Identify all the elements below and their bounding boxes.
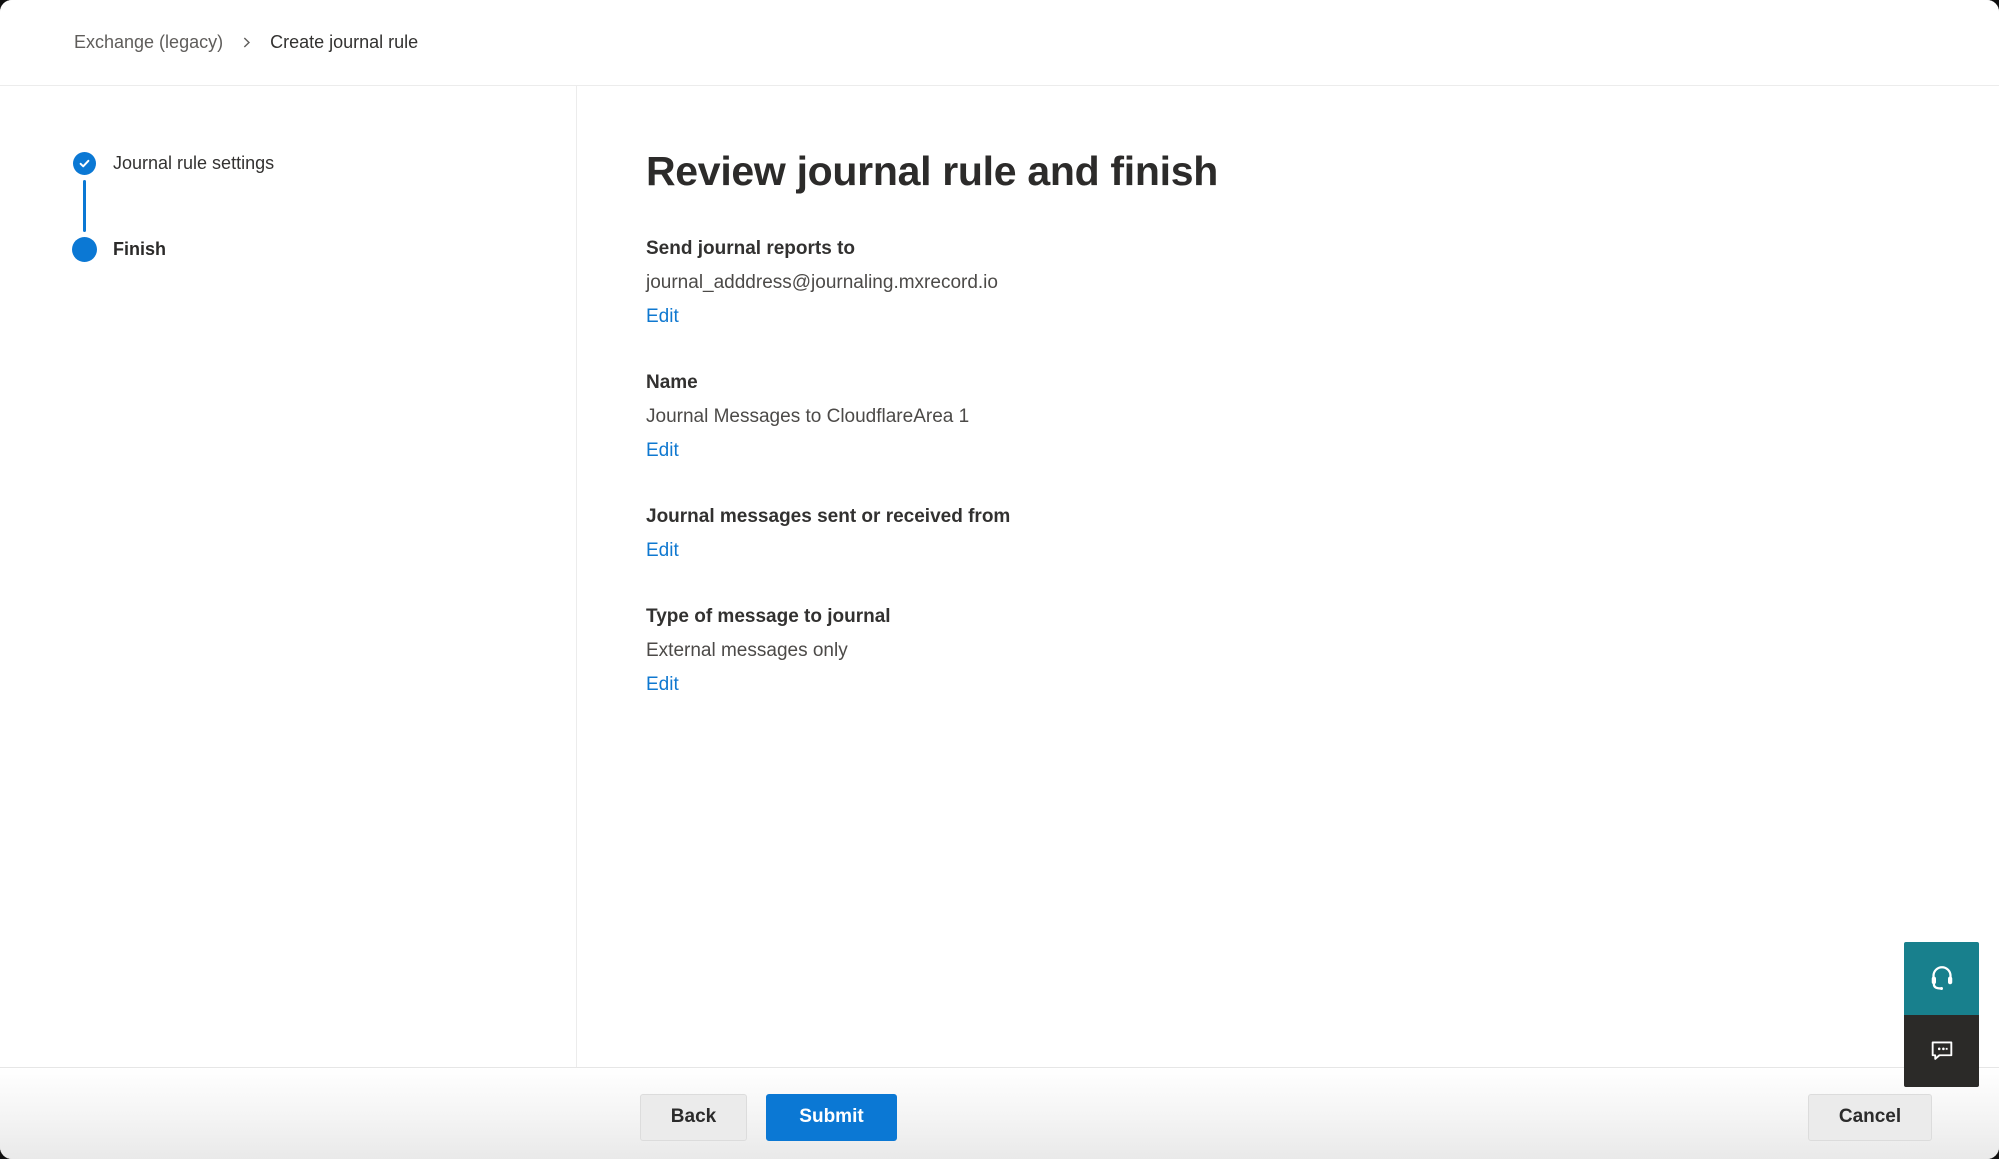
section-name: Name Journal Messages to CloudflareArea … — [646, 366, 1959, 468]
section-journal-messages-sent-or-received: Journal messages sent or received from E… — [646, 500, 1959, 568]
breadcrumb: Exchange (legacy) Create journal rule — [74, 32, 418, 53]
checkmark-icon — [73, 152, 96, 175]
edit-message-type-link[interactable]: Edit — [646, 668, 679, 702]
section-label: Send journal reports to — [646, 232, 1959, 266]
message-type-value: External messages only — [646, 634, 1959, 668]
cancel-button[interactable]: Cancel — [1808, 1094, 1932, 1141]
feedback-button[interactable] — [1904, 1015, 1979, 1087]
section-label: Type of message to journal — [646, 600, 1959, 634]
edit-send-journal-reports-link[interactable]: Edit — [646, 300, 679, 334]
current-step-dot-icon — [72, 237, 97, 262]
step-label-finish: Finish — [113, 239, 166, 260]
section-label: Journal messages sent or received from — [646, 500, 1959, 534]
review-content: Review journal rule and finish Send jour… — [578, 86, 1999, 1067]
floating-button-stack — [1904, 942, 1979, 1087]
submit-button[interactable]: Submit — [766, 1094, 897, 1141]
section-label: Name — [646, 366, 1959, 400]
chat-bubble-icon — [1928, 1036, 1956, 1067]
breadcrumb-exchange-legacy-link[interactable]: Exchange (legacy) — [74, 32, 223, 53]
wizard-step-finish[interactable]: Finish — [72, 237, 166, 262]
step-connector-line — [83, 180, 86, 232]
rule-name-value: Journal Messages to CloudflareArea 1 — [646, 400, 1959, 434]
page-header: Exchange (legacy) Create journal rule — [0, 0, 1999, 86]
help-button[interactable] — [1904, 942, 1979, 1015]
action-bar: Back Submit Cancel — [0, 1067, 1999, 1159]
edit-journal-messages-link[interactable]: Edit — [646, 534, 679, 568]
chevron-right-icon — [240, 36, 253, 49]
exchange-admin-window: Exchange (legacy) Create journal rule Jo… — [0, 0, 1999, 1159]
breadcrumb-current-page: Create journal rule — [270, 32, 418, 53]
headset-icon — [1927, 962, 1957, 995]
wizard-steps-panel: Journal rule settings Finish — [0, 86, 577, 1067]
back-button[interactable]: Back — [640, 1094, 747, 1141]
wizard-step-journal-rule-settings[interactable]: Journal rule settings — [73, 152, 274, 175]
section-type-of-message: Type of message to journal External mess… — [646, 600, 1959, 702]
section-send-journal-reports-to: Send journal reports to journal_adddress… — [646, 232, 1959, 334]
page-title: Review journal rule and finish — [646, 143, 1959, 199]
action-bar-left-group: Back Submit — [640, 1094, 897, 1141]
edit-name-link[interactable]: Edit — [646, 434, 679, 468]
step-label-journal-rule-settings: Journal rule settings — [113, 153, 274, 174]
journal-report-address-value: journal_adddress@journaling.mxrecord.io — [646, 266, 1959, 300]
